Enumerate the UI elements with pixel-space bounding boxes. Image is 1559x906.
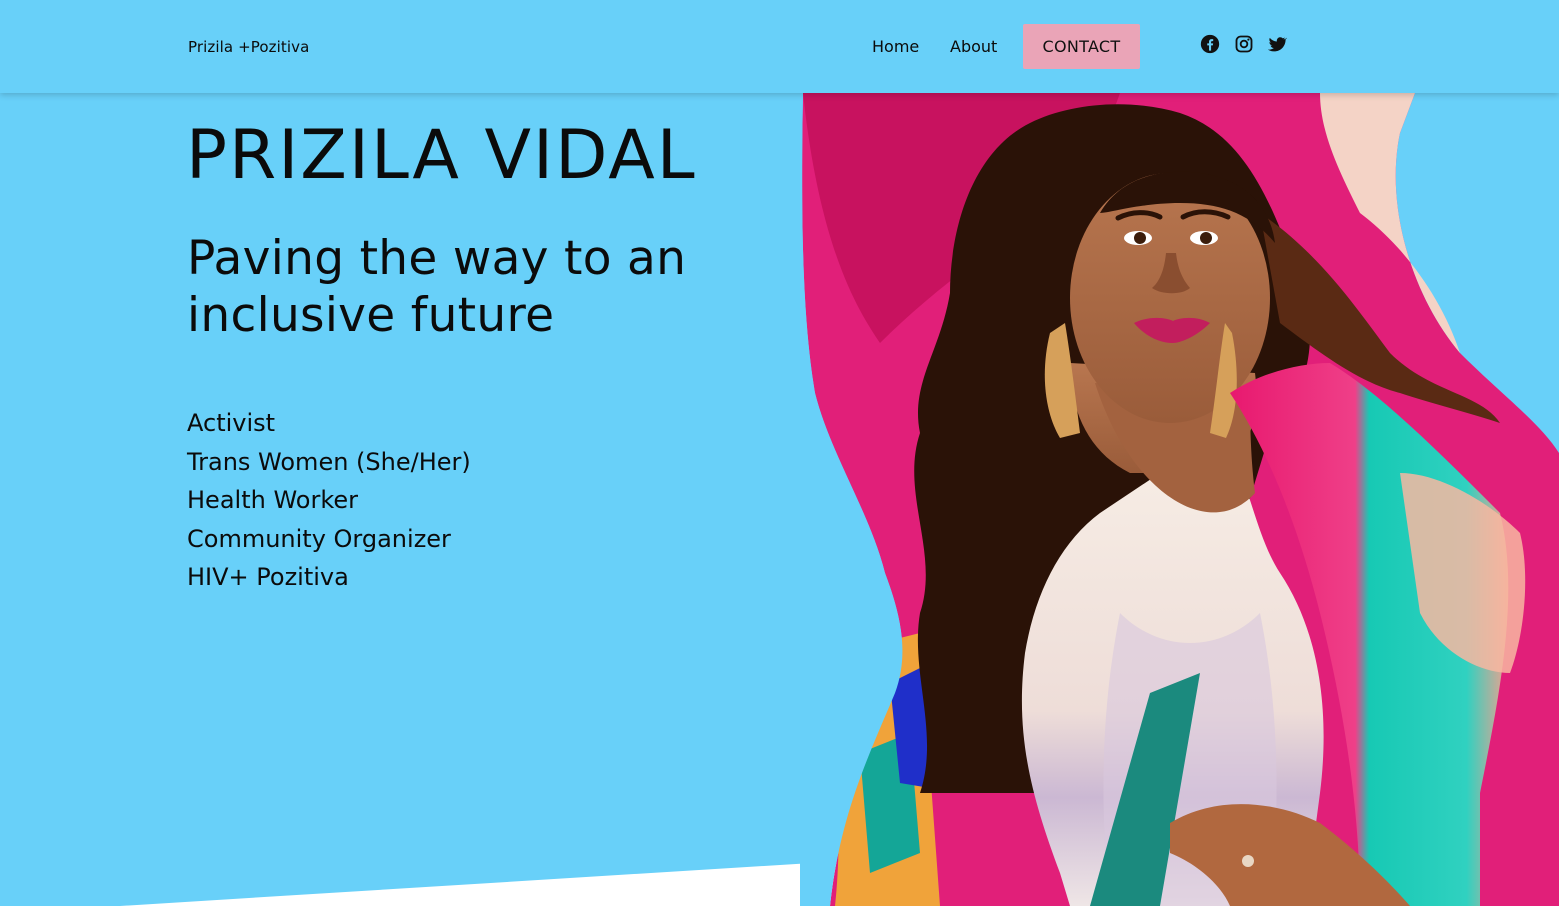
role-item: HIV+ Pozitiva: [187, 563, 349, 591]
role-item: Community Organizer: [187, 524, 451, 553]
top-navigation-bar: Prizila +Pozitiva Home About CONTACT: [0, 0, 1559, 93]
hero-title: PRIZILA VIDAL: [186, 116, 697, 195]
hero-subtitle: Paving the way to an inclusive future: [187, 231, 687, 343]
nav-link-home[interactable]: Home: [872, 37, 919, 56]
facebook-icon[interactable]: [1200, 34, 1220, 54]
roles-list: Activist Trans Women (She/Her) Health Wo…: [187, 404, 471, 597]
portrait-illustration: [800, 93, 1559, 906]
nav-link-about[interactable]: About: [950, 37, 997, 56]
role-item: Trans Women (She/Her): [187, 447, 471, 476]
twitter-icon[interactable]: [1267, 34, 1287, 54]
role-item: Activist: [187, 409, 276, 437]
role-item: Health Worker: [187, 486, 358, 514]
bottom-white-wedge: [120, 860, 860, 906]
contact-button[interactable]: CONTACT: [1023, 24, 1140, 69]
instagram-icon[interactable]: [1234, 34, 1254, 54]
site-brand[interactable]: Prizila +Pozitiva: [188, 38, 309, 56]
